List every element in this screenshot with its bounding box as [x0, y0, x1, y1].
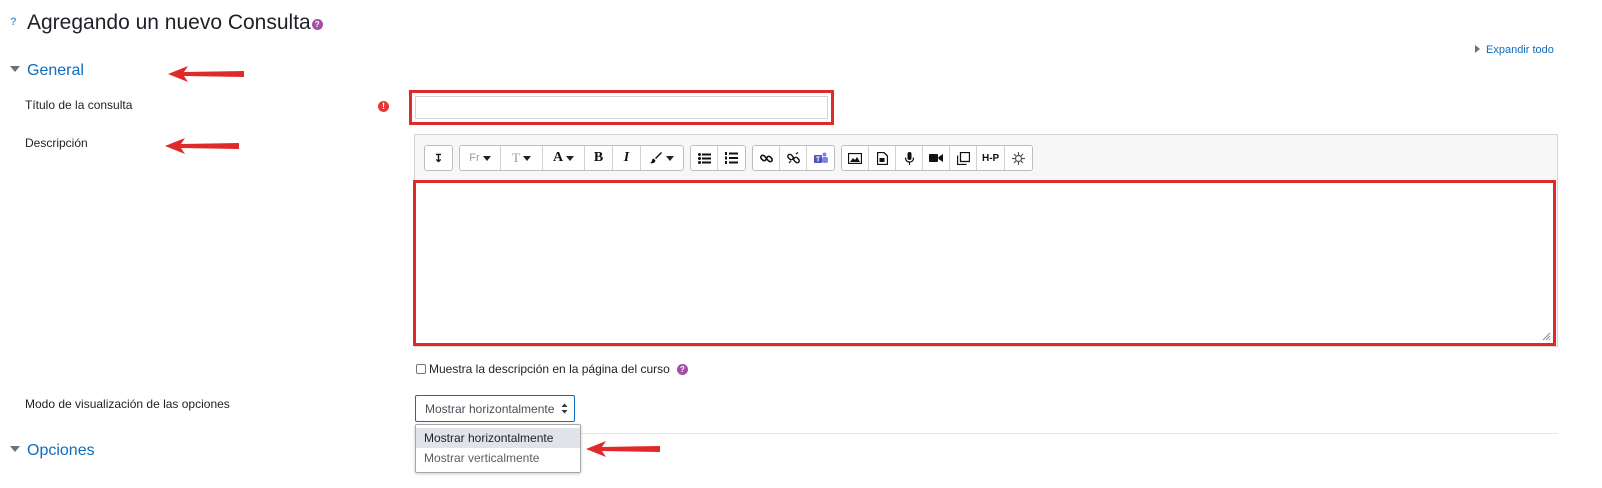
display-mode-dropdown: Mostrar horizontalmente Mostrar vertical… — [415, 424, 581, 473]
info-icon[interactable]: ? — [676, 363, 688, 375]
font-family-icon: Fr — [469, 152, 480, 164]
paint-icon — [650, 152, 662, 164]
select-arrows-icon — [561, 403, 568, 414]
bold-icon: B — [593, 150, 604, 165]
titulo-label: Título de la consulta — [25, 98, 133, 112]
info-icon[interactable]: ? — [311, 19, 323, 30]
collapse-icon — [10, 446, 20, 452]
help-icon[interactable]: ? — [10, 16, 17, 28]
display-mode-option-horizontal[interactable]: Mostrar horizontalmente — [416, 428, 580, 448]
accessibility-checker-button[interactable] — [1005, 146, 1033, 170]
editor-content-area[interactable] — [413, 180, 1556, 346]
show-description-label: Muestra la descripción en la página del … — [429, 362, 670, 376]
h5p-icon: H-P — [982, 152, 1000, 164]
collapse-icon — [10, 66, 20, 72]
font-family-button[interactable]: Fr — [460, 146, 501, 170]
section-opciones[interactable]: Opciones — [10, 442, 95, 460]
section-general[interactable]: General — [10, 62, 84, 80]
record-video-button[interactable] — [923, 146, 950, 170]
annotation-arrow-general — [168, 66, 244, 82]
teams-icon: T — [813, 152, 828, 164]
show-description-row: Muestra la descripción en la página del … — [416, 362, 688, 376]
image-icon — [848, 152, 862, 164]
expand-all-link[interactable]: Expandir todo — [1475, 44, 1554, 56]
page-title-text: Agregando un nuevo Consulta — [27, 11, 311, 34]
font-color-icon: A — [552, 150, 564, 165]
accessibility-icon — [1012, 151, 1026, 165]
media-icon — [876, 151, 888, 165]
display-mode-option-vertical[interactable]: Mostrar verticalmente — [416, 448, 580, 468]
section-divider — [414, 433, 1558, 434]
toolbar-group-style: Fr T A B I — [459, 145, 684, 171]
page-title: Agregando un nuevo Consulta? — [27, 11, 323, 35]
manage-files-button[interactable] — [950, 146, 977, 170]
link-icon — [759, 153, 773, 163]
microphone-icon — [904, 151, 914, 165]
display-mode-select[interactable]: Mostrar horizontalmente — [415, 395, 575, 422]
descripcion-label: Descripción — [25, 136, 88, 150]
link-button[interactable] — [753, 146, 780, 170]
expand-all-label: Expandir todo — [1486, 44, 1554, 56]
numbered-list-button[interactable] — [718, 146, 745, 170]
required-icon: ! — [378, 101, 389, 112]
toolbar-group-lists — [690, 145, 746, 171]
annotation-arrow-options — [586, 441, 660, 457]
copy-icon — [956, 151, 970, 165]
image-button[interactable] — [842, 146, 869, 170]
display-mode-selected: Mostrar horizontalmente — [425, 402, 555, 416]
unlink-icon — [786, 151, 800, 163]
bold-button[interactable]: B — [585, 146, 613, 170]
media-button[interactable] — [869, 146, 896, 170]
italic-icon: I — [623, 150, 630, 165]
toolbar-group-collapse: ↧ — [424, 145, 453, 171]
section-general-label: General — [27, 62, 84, 79]
expand-all-icon — [1475, 45, 1480, 53]
annotation-arrow-descripcion — [165, 138, 239, 154]
toolbar-group-media: H-P — [841, 145, 1034, 171]
paint-button[interactable] — [641, 146, 683, 170]
svg-text:T: T — [815, 157, 820, 164]
italic-button[interactable]: I — [613, 146, 641, 170]
collapse-icon: ↧ — [433, 152, 444, 165]
resize-handle-icon[interactable] — [1542, 332, 1551, 341]
teams-button[interactable]: T — [807, 146, 834, 170]
show-description-checkbox[interactable] — [416, 364, 426, 374]
video-camera-icon — [929, 154, 943, 162]
bullet-list-button[interactable] — [691, 146, 718, 170]
bullet-list-icon — [697, 152, 711, 164]
collapse-toolbar-button[interactable]: ↧ — [425, 146, 452, 170]
titulo-input[interactable] — [415, 96, 828, 119]
editor-toolbar: ↧ Fr T A B I T H-P — [415, 135, 1557, 171]
font-color-button[interactable]: A — [543, 146, 585, 170]
font-size-button[interactable]: T — [501, 146, 543, 170]
toolbar-group-links: T — [752, 145, 835, 171]
numbered-list-icon — [725, 152, 738, 164]
font-size-icon: T — [512, 150, 520, 165]
unlink-button[interactable] — [780, 146, 807, 170]
h5p-button[interactable]: H-P — [977, 146, 1006, 170]
section-opciones-label: Opciones — [27, 442, 95, 459]
display-mode-label: Modo de visualización de las opciones — [25, 397, 230, 411]
record-audio-button[interactable] — [896, 146, 923, 170]
